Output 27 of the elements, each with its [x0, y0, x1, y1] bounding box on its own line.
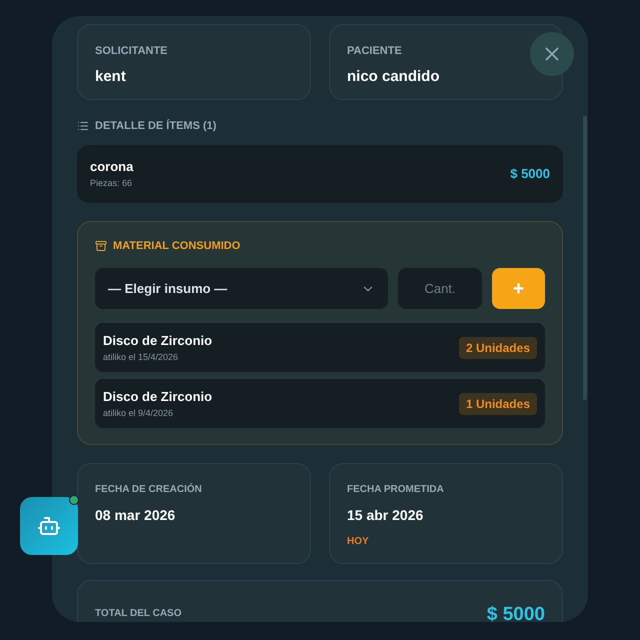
material-meta: atiliko el 9/4/2026 [103, 406, 174, 420]
quantity-badge: 1 Unidades [458, 392, 537, 414]
field-label: SOLICITANTE [95, 44, 169, 59]
today-tag: HOY [347, 534, 545, 549]
total-label: TOTAL DEL CASO [95, 607, 182, 621]
material-name: Disco de Zirconio [103, 332, 212, 350]
date-value: 08 mar 2026 [95, 506, 176, 525]
field-label: PACIENTE [347, 44, 403, 59]
assistant-button[interactable] [20, 497, 78, 555]
section-title: MATERIAL CONSUMIDO [113, 238, 240, 254]
quantity-badge: 2 Unidades [458, 336, 537, 358]
field-value: nico candido [347, 66, 441, 86]
item-name: corona [90, 158, 134, 176]
date-value: 15 abr 2026 [347, 506, 424, 525]
supply-select[interactable]: — Elegir insumo — [95, 268, 388, 309]
field-label: FECHA PROMETIDA [347, 483, 445, 497]
section-title: DETALLE DE ÍTEMS (1) [95, 118, 216, 134]
material-name: Disco de Zirconio [103, 388, 212, 406]
material-meta: atiliko el 15/4/2026 [103, 350, 180, 364]
item-price: $ 5000 [510, 164, 550, 183]
quantity-field[interactable]: Cant. [398, 268, 482, 309]
item-detail: Piezas: 66 [90, 176, 134, 190]
total-value: $ 5000 [486, 603, 545, 622]
field-value: kent [95, 66, 127, 86]
robot-icon [37, 514, 61, 538]
archive-icon [95, 240, 107, 252]
field-label: FECHA DE CREACIÓN [95, 482, 203, 497]
